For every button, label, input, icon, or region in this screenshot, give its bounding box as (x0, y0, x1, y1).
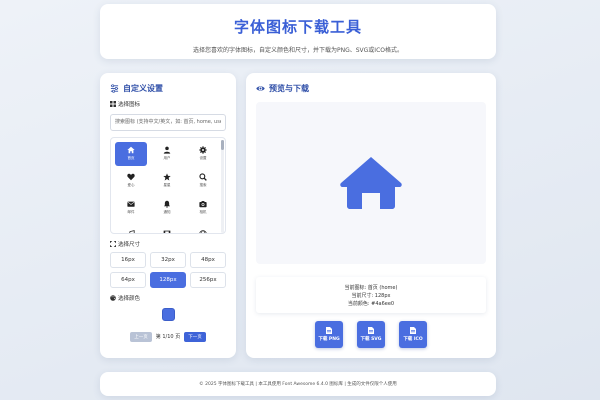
preview-title: 预览与下载 (256, 83, 486, 94)
sliders-icon (110, 84, 119, 93)
settings-title-text: 自定义设置 (123, 84, 163, 93)
page-info: 第 1/10 页 (155, 334, 181, 340)
user-icon (163, 146, 171, 154)
icon-option-label: 设置 (199, 156, 207, 160)
download-png-label: 下载 PNG (318, 337, 340, 342)
icon-grid: 首页 用户 设置 爱心 星星 搜索 邮件 通知 相机 (115, 141, 219, 233)
settings-panel: 自定义设置 选择图标 首页 用户 设置 (100, 73, 236, 358)
size-option-32[interactable]: 32px (150, 251, 186, 268)
music-icon (129, 229, 135, 233)
footer: © 2025 字体图标下载工具 | 本工具使用 Font Awesome 6.4… (100, 372, 496, 396)
page-subtitle: 选择您喜欢的字体图标，自定义颜色和尺寸，并下载为PNG、SVG或ICO格式。 (192, 47, 403, 54)
color-picker-swatch[interactable] (161, 307, 175, 321)
home-icon (340, 157, 402, 209)
icon-grid-container[interactable]: 首页 用户 设置 爱心 星星 搜索 邮件 通知 相机 (110, 136, 226, 234)
size-label: 选择尺寸 (110, 240, 226, 248)
color-label-text: 选择颜色 (118, 295, 141, 302)
file-icon (326, 327, 332, 334)
palette-icon (110, 294, 116, 301)
size-options: 16px 32px 48px 64px 128px 256px (110, 251, 226, 288)
home-icon (127, 146, 135, 154)
select-icon-label-text: 选择图标 (118, 102, 141, 108)
download-buttons: 下载 PNG 下载 SVG 下载 ICO (246, 321, 496, 348)
icon-search-input[interactable] (110, 113, 226, 131)
icon-option-gear[interactable]: 设置 (187, 141, 219, 166)
icon-grid-scrollbar[interactable] (221, 139, 224, 233)
download-svg-label: 下载 SVG (360, 337, 382, 342)
size-label-text: 选择尺寸 (118, 241, 141, 248)
gear-icon (199, 146, 207, 154)
icon-option-music[interactable] (115, 222, 147, 233)
icon-preview-area (256, 102, 486, 264)
current-color-text: 当前颜色: #4a6ee0 (347, 300, 395, 307)
select-icon-label: 选择图标 (110, 100, 226, 108)
file-icon (410, 327, 416, 334)
icon-option-label: 相机 (199, 210, 207, 214)
pagination: 上一页 第 1/10 页 下一页 (110, 331, 226, 342)
icon-option-bell[interactable]: 通知 (151, 195, 183, 220)
icon-info-box: 当前图标: 首页 (home) 当前尺寸: 128px 当前颜色: #4a6ee… (256, 277, 486, 313)
icon-option-search[interactable]: 搜索 (187, 168, 219, 193)
bell-icon (163, 200, 171, 208)
current-icon-text: 当前图标: 首页 (home) (344, 284, 398, 291)
icon-grid-scroll-thumb[interactable] (221, 139, 224, 150)
icon-option-label: 通知 (163, 210, 171, 214)
search-icon (199, 173, 207, 181)
size-option-16[interactable]: 16px (110, 251, 146, 268)
icon-option-label: 首页 (127, 156, 135, 160)
page-title: 字体图标下载工具 (233, 18, 362, 36)
envelope-icon (127, 201, 135, 207)
icon-option-label: 搜索 (199, 183, 207, 187)
icon-option-label: 爱心 (127, 183, 135, 187)
icon-option-star[interactable]: 星星 (151, 168, 183, 193)
icon-option-label: 邮件 (127, 210, 135, 214)
download-ico-label: 下载 ICO (403, 337, 423, 342)
download-svg-button[interactable]: 下载 SVG (357, 321, 385, 348)
globe-icon (199, 229, 207, 233)
size-option-128[interactable]: 128px (150, 271, 186, 288)
prev-page-button[interactable]: 上一页 (130, 331, 152, 342)
color-label: 选择颜色 (110, 294, 226, 302)
download-ico-button[interactable]: 下载 ICO (399, 321, 427, 348)
preview-panel: 预览与下载 当前图标: 首页 (home) 当前尺寸: 128px 当前颜色: … (246, 73, 496, 358)
icon-option-label: 用户 (163, 156, 171, 160)
size-option-64[interactable]: 64px (110, 271, 146, 288)
icon-option-user[interactable]: 用户 (151, 141, 183, 166)
star-icon (163, 173, 171, 181)
icon-option-camera[interactable]: 相机 (187, 195, 219, 220)
icon-option-envelope[interactable]: 邮件 (115, 195, 147, 220)
expand-icon (110, 240, 116, 247)
icon-option-home[interactable]: 首页 (115, 141, 147, 166)
icon-option-heart[interactable]: 爱心 (115, 168, 147, 193)
footer-text: © 2025 字体图标下载工具 | 本工具使用 Font Awesome 6.4… (199, 382, 397, 387)
current-size-text: 当前尺寸: 128px (351, 292, 391, 299)
eye-icon (256, 86, 265, 91)
icon-option-film[interactable] (151, 222, 183, 233)
camera-icon (199, 201, 207, 208)
heart-icon (127, 173, 135, 181)
icon-option-label: 星星 (163, 183, 171, 187)
size-option-48[interactable]: 48px (190, 251, 226, 268)
film-icon (163, 230, 171, 233)
preview-title-text: 预览与下载 (269, 84, 309, 93)
settings-title: 自定义设置 (110, 83, 226, 94)
next-page-button[interactable]: 下一页 (184, 331, 206, 342)
header-card: 字体图标下载工具 选择您喜欢的字体图标，自定义颜色和尺寸，并下载为PNG、SVG… (100, 4, 496, 59)
size-option-256[interactable]: 256px (190, 271, 226, 288)
grid-icon (110, 101, 116, 107)
file-icon (368, 327, 374, 334)
download-png-button[interactable]: 下载 PNG (315, 321, 343, 348)
icon-option-globe[interactable] (187, 222, 219, 233)
